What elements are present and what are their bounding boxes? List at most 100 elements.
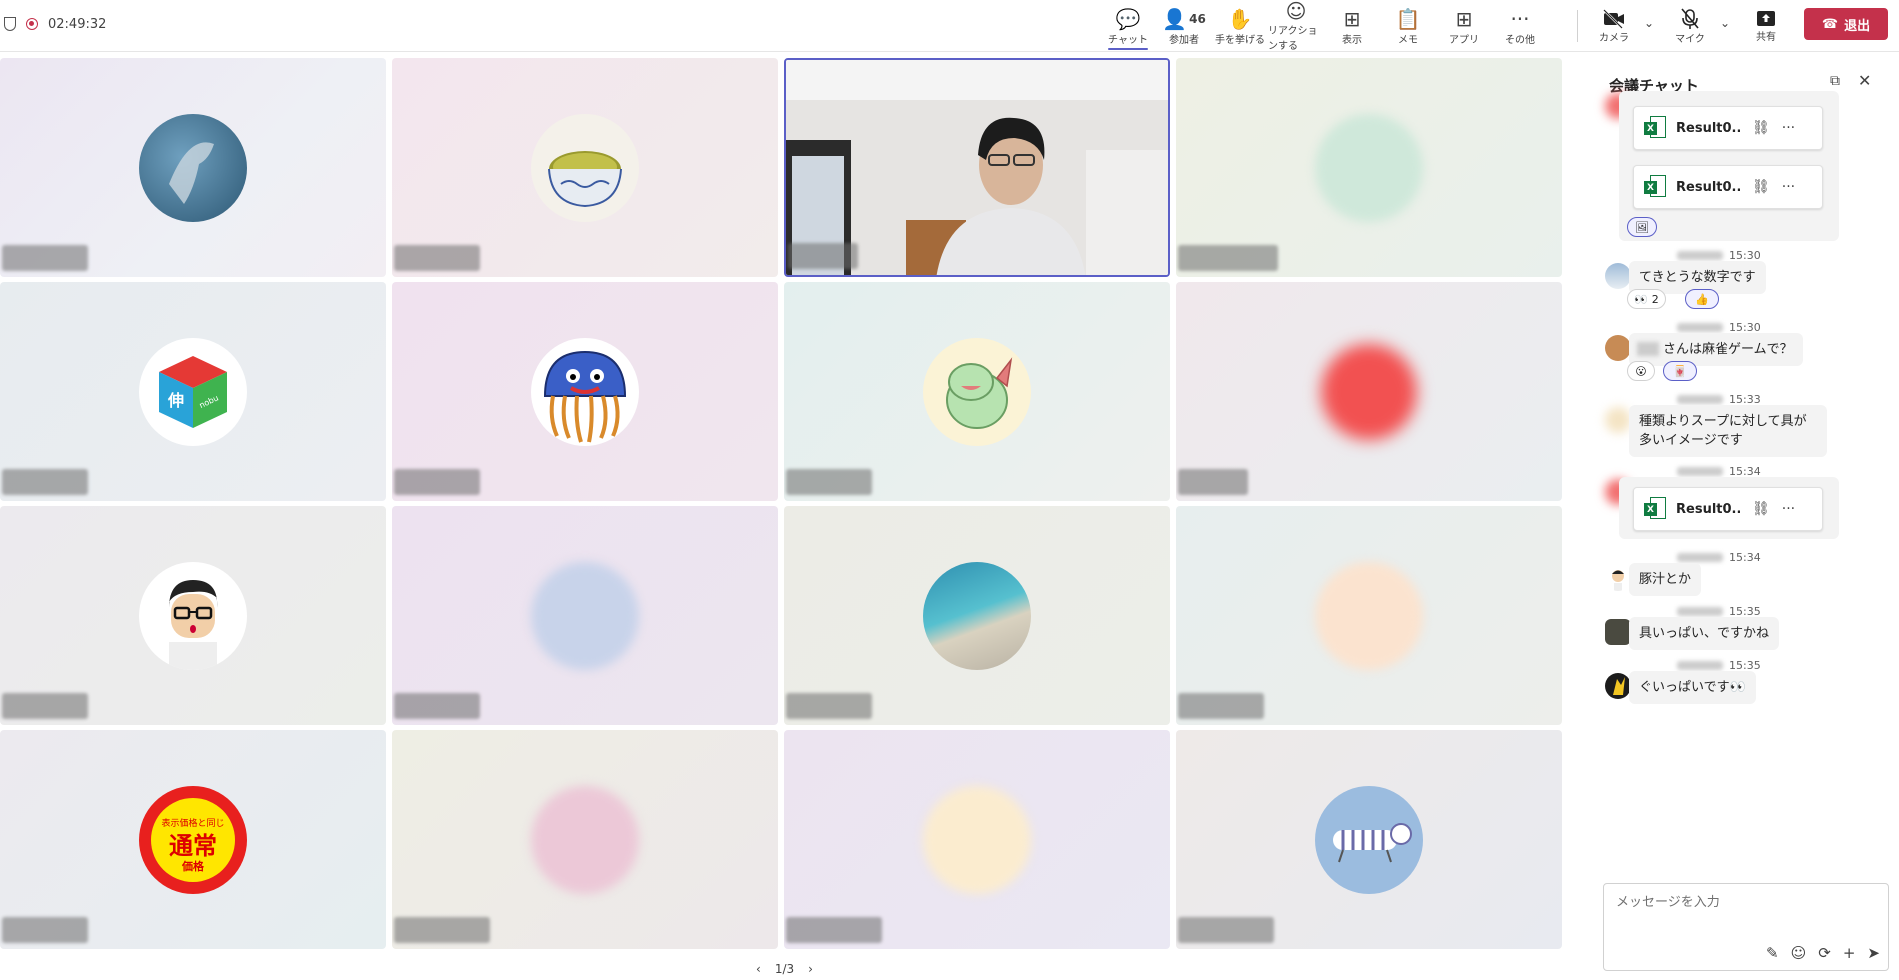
more-options-icon[interactable]: ··· — [1782, 179, 1795, 195]
format-icon[interactable]: ✎ — [1766, 944, 1779, 962]
file-attachment-card[interactable]: X Result0... ⛓ ··· — [1633, 165, 1823, 209]
reaction-label: リアクションする — [1268, 26, 1318, 52]
participant-tile[interactable] — [1176, 506, 1562, 725]
leave-button[interactable]: ☎ 退出 — [1804, 8, 1888, 40]
participant-name-tag — [786, 469, 872, 495]
participant-tile[interactable]: 表示価格と同じ 通常 価格 — [0, 730, 386, 949]
participant-avatar-initials — [1315, 561, 1423, 670]
participant-name-tag — [394, 469, 480, 495]
message-bubble: 具いっぱい、ですかね — [1629, 617, 1780, 650]
more-options-icon[interactable]: ··· — [1782, 120, 1795, 136]
add-icon[interactable]: + — [1843, 944, 1856, 962]
pop-out-icon[interactable]: ⧉ — [1830, 73, 1840, 89]
participant-tile[interactable] — [1176, 282, 1562, 501]
reaction-eyes[interactable]: 👀 2 — [1627, 289, 1666, 309]
recording-icon — [26, 18, 38, 30]
camera-button[interactable]: カメラ — [1589, 0, 1639, 52]
message-text: 豚汁とか — [1639, 572, 1692, 587]
send-icon[interactable]: ➤ — [1867, 944, 1880, 962]
participant-tile-active-speaker[interactable] — [784, 58, 1170, 277]
participant-tile[interactable] — [1176, 730, 1562, 949]
participant-name-tag — [786, 917, 882, 943]
chevron-left-icon[interactable]: ‹ — [756, 962, 761, 976]
chat-icon: 💬 — [1115, 6, 1141, 31]
message-bubble: ぐいっぱいです👀 — [1629, 671, 1756, 704]
participant-name-tag — [2, 245, 88, 271]
reaction-thumbs-up[interactable]: 👍 — [1685, 289, 1719, 309]
copy-link-icon[interactable]: ⛓ — [1752, 120, 1770, 136]
mahjong-tile-icon: 🀄 — [1673, 364, 1687, 378]
participant-avatar-initials — [1315, 113, 1423, 222]
camera-label: カメラ — [1599, 32, 1629, 44]
participant-name-tag — [2, 917, 88, 943]
image-reaction-icon: 🖼 — [1635, 220, 1649, 234]
more-button[interactable]: ··· その他 — [1492, 0, 1548, 52]
meeting-chat-panel: 会議チャット ⧉ ✕ X Result0... ⛓ ··· X Result0.… — [1589, 53, 1899, 980]
surprised-reaction-icon: 😮 — [1635, 364, 1647, 378]
message-compose-box[interactable]: ✎ ☺ ⟳ + ➤ — [1603, 883, 1889, 971]
view-button[interactable]: ⊞ 表示 — [1324, 0, 1380, 52]
sender-name-redacted — [1677, 323, 1723, 332]
participant-tile[interactable] — [392, 506, 778, 725]
meeting-status: 02:49:32 — [4, 12, 106, 36]
toolbar-tools: 💬 チャット 👤 46 参加者 ✋ 手を挙げる ☺ リアクションする ⊞ 表示 📋… — [1100, 0, 1548, 52]
file-attachment-card[interactable]: X Result0... ⛓ ··· — [1633, 487, 1823, 531]
participant-name-tag — [2, 693, 88, 719]
loop-icon[interactable]: ⟳ — [1818, 944, 1831, 962]
participant-avatar-striped-animal — [1315, 785, 1423, 894]
participant-avatar-blurred — [1321, 343, 1417, 440]
message-avatar — [1605, 263, 1631, 289]
thumbs-up-icon: 👍 — [1695, 292, 1709, 306]
mic-button[interactable]: マイク — [1665, 0, 1715, 52]
raise-hand-button[interactable]: ✋ 手を挙げる — [1212, 0, 1268, 52]
participant-name-tag — [1178, 469, 1248, 495]
file-name: Result0... — [1676, 179, 1740, 195]
participant-name-tag — [2, 469, 88, 495]
message-avatar — [1605, 335, 1631, 361]
more-options-icon[interactable]: ··· — [1782, 501, 1795, 517]
toolbar-divider — [1577, 10, 1578, 42]
participant-avatar-initials — [531, 785, 639, 894]
notes-button[interactable]: 📋 メモ — [1380, 0, 1436, 52]
reaction-count: 2 — [1651, 292, 1659, 306]
participant-name-tag — [394, 245, 480, 271]
file-attachment-card[interactable]: X Result0... ⛓ ··· — [1633, 106, 1823, 150]
message-input[interactable] — [1614, 894, 1878, 911]
mention-redacted — [1637, 342, 1659, 356]
meeting-timer: 02:49:32 — [48, 16, 107, 32]
participant-tile[interactable] — [784, 730, 1170, 949]
participant-tile[interactable] — [784, 506, 1170, 725]
share-button[interactable]: 共有 — [1741, 0, 1791, 52]
shield-icon — [4, 17, 16, 31]
participant-tile[interactable] — [0, 506, 386, 725]
copy-link-icon[interactable]: ⛓ — [1752, 501, 1770, 517]
participant-tile[interactable] — [1176, 58, 1562, 277]
participant-tile[interactable] — [0, 58, 386, 277]
camera-options-chevron-icon[interactable]: ⌄ — [1644, 16, 1654, 30]
reaction-surprised[interactable]: 😮 — [1627, 361, 1655, 381]
apps-button[interactable]: ⊞ アプリ — [1436, 0, 1492, 52]
reaction-image[interactable]: 🖼 — [1627, 217, 1657, 237]
participants-button[interactable]: 👤 46 参加者 — [1156, 0, 1212, 52]
notes-label: メモ — [1398, 34, 1418, 46]
reaction-mahjong[interactable]: 🀄 — [1663, 361, 1697, 381]
message-avatar — [1605, 565, 1631, 591]
close-icon[interactable]: ✕ — [1858, 71, 1871, 90]
chat-button[interactable]: 💬 チャット — [1100, 0, 1156, 52]
copy-link-icon[interactable]: ⛓ — [1752, 179, 1770, 195]
participant-tile[interactable] — [392, 58, 778, 277]
participant-tile[interactable] — [784, 282, 1170, 501]
emoji-icon[interactable]: ☺ — [1791, 944, 1807, 962]
svg-text:表示価格と同じ: 表示価格と同じ — [161, 817, 224, 829]
mic-off-icon — [1681, 7, 1699, 29]
participant-tile[interactable]: 伸 nobu — [0, 282, 386, 501]
mic-options-chevron-icon[interactable]: ⌄ — [1720, 16, 1730, 30]
participant-avatar-dragon — [923, 337, 1031, 446]
participant-tile[interactable] — [392, 282, 778, 501]
participant-tile[interactable] — [392, 730, 778, 949]
excel-file-icon: X — [1644, 116, 1666, 140]
message-avatar — [1605, 619, 1631, 645]
reaction-button[interactable]: ☺ リアクションする — [1268, 0, 1324, 52]
sender-name-redacted — [1677, 607, 1723, 616]
chevron-right-icon[interactable]: › — [808, 962, 813, 976]
